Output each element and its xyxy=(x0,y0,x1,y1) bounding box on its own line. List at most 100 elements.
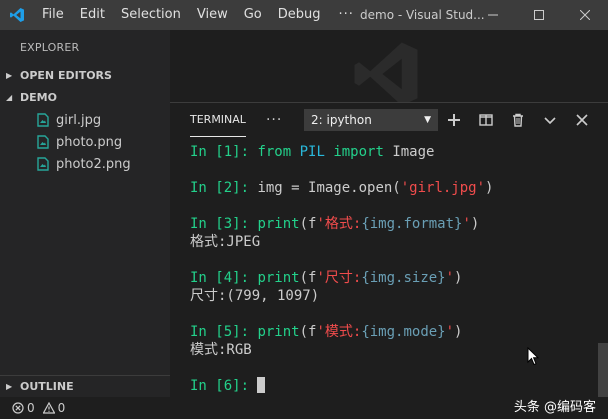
code-text: (f xyxy=(299,270,317,286)
file-label: girl.jpg xyxy=(56,112,102,128)
function-name: print xyxy=(257,324,300,340)
code-text: ) xyxy=(470,216,480,232)
tab-terminal[interactable]: TERMINAL xyxy=(190,103,246,137)
menu-debug[interactable]: Debug xyxy=(270,0,329,30)
string-literal: 'girl.jpg' xyxy=(400,180,486,196)
code-text: ) xyxy=(485,180,494,196)
function-name: print xyxy=(257,270,300,286)
title-bar: File Edit Selection View Go Debug ··· de… xyxy=(0,0,608,30)
chevron-right-icon: ▶ xyxy=(6,71,13,80)
format-expression: {img.mode} xyxy=(361,324,446,340)
string-literal: '模式: xyxy=(316,324,362,340)
terminal-output-line: 模式:RGB xyxy=(190,342,252,358)
terminal-line: In [4]: print(f'尺寸:{img.size}') xyxy=(190,269,493,287)
menu-edit[interactable]: Edit xyxy=(72,0,113,30)
terminal-output-line: 尺寸:(799, 1097) xyxy=(190,288,320,304)
panel-header: TERMINAL ··· 2: ipython ▼ xyxy=(170,103,608,137)
file-item-girl-jpg[interactable]: girl.jpg xyxy=(0,109,170,131)
trash-icon[interactable] xyxy=(502,103,534,137)
menu-go[interactable]: Go xyxy=(236,0,270,30)
terminal-output-line: 格式:JPEG xyxy=(190,234,261,250)
dropdown-caret-icon: ▼ xyxy=(424,115,431,125)
editor-area xyxy=(170,30,608,106)
string-literal: '格式: xyxy=(316,216,362,232)
terminal-line: In [1]: from PIL import Image xyxy=(190,143,493,161)
menu-bar: File Edit Selection View Go Debug ··· xyxy=(34,0,364,30)
explorer-header: EXPLORER xyxy=(20,41,80,54)
errors-indicator[interactable]: 0 xyxy=(12,401,35,415)
split-icon[interactable] xyxy=(470,103,502,137)
warnings-indicator[interactable]: 0 xyxy=(42,401,66,415)
errors-count: 0 xyxy=(27,401,35,415)
maximize-icon[interactable] xyxy=(516,0,562,30)
folder-label: DEMO xyxy=(20,91,57,104)
text-cursor xyxy=(257,377,266,393)
string-literal: ' xyxy=(462,216,471,232)
terminal-select-value: 2: ipython xyxy=(311,113,372,127)
function-name: print xyxy=(257,216,300,232)
warning-icon xyxy=(42,402,55,414)
code-text: ) xyxy=(454,324,463,340)
file-label: photo2.png xyxy=(56,156,131,172)
string-literal: '尺寸: xyxy=(316,270,362,286)
terminal-line: In [5]: print(f'模式:{img.mode}') xyxy=(190,323,493,341)
file-label: photo.png xyxy=(56,134,123,150)
module-name: PIL xyxy=(291,144,334,160)
code-text: (f xyxy=(299,324,317,340)
keyword: import xyxy=(333,144,384,160)
image-file-icon xyxy=(37,157,49,171)
image-file-icon xyxy=(37,135,49,149)
file-item-photo-png[interactable]: photo.png xyxy=(0,131,170,153)
terminal-output[interactable]: In [1]: from PIL import Image In [2]: im… xyxy=(190,143,493,395)
terminal-line: In [2]: img = Image.open('girl.jpg') xyxy=(190,179,493,197)
window-controls xyxy=(470,0,608,30)
plus-icon[interactable] xyxy=(438,103,470,137)
panel-actions xyxy=(438,103,598,137)
outline-section[interactable]: ▶ OUTLINE xyxy=(0,375,170,397)
minimize-icon[interactable] xyxy=(470,0,516,30)
error-icon xyxy=(12,402,24,414)
folder-section-demo[interactable]: ◢ DEMO xyxy=(0,87,170,109)
close-icon[interactable] xyxy=(562,0,608,30)
prompt: In [5]: xyxy=(190,324,258,340)
warnings-count: 0 xyxy=(57,401,66,415)
terminal-line: In [6]: xyxy=(190,377,493,395)
prompt: In [2]: xyxy=(190,180,258,196)
vscode-watermark-icon xyxy=(354,42,418,106)
code-text: Image xyxy=(383,144,435,160)
chevron-right-icon: ▶ xyxy=(6,381,13,391)
string-literal: ' xyxy=(445,270,455,286)
terminal-select[interactable]: 2: ipython ▼ xyxy=(304,109,438,131)
prompt: In [3]: xyxy=(190,216,258,232)
terminal-scrollbar[interactable] xyxy=(598,343,608,398)
prompt: In [1]: xyxy=(190,144,258,160)
menu-more[interactable]: ··· xyxy=(329,0,364,30)
close-icon[interactable] xyxy=(566,103,598,137)
code-text: img = Image.open( xyxy=(257,180,401,196)
open-editors-section[interactable]: ▶ OPEN EDITORS xyxy=(0,65,170,87)
format-expression: {img.size} xyxy=(361,270,446,286)
status-bar: 0 0 头条 @编码客 xyxy=(0,397,608,419)
file-item-photo2-png[interactable]: photo2.png xyxy=(0,153,170,175)
window-title: demo - Visual Stud... xyxy=(360,8,485,22)
vscode-logo-icon[interactable] xyxy=(0,0,34,30)
outline-label: OUTLINE xyxy=(20,379,74,393)
prompt: In [4]: xyxy=(190,270,258,286)
prompt: In [6]: xyxy=(190,378,258,394)
menu-selection[interactable]: Selection xyxy=(113,0,189,30)
menu-file[interactable]: File xyxy=(34,0,72,30)
open-editors-label: OPEN EDITORS xyxy=(20,69,112,82)
terminal-panel: TERMINAL ··· 2: ipython ▼ In [1]: from P… xyxy=(170,102,608,398)
watermark-brand: 头条 @编码客 xyxy=(513,400,596,415)
code-text: ) xyxy=(454,270,463,286)
string-literal: ' xyxy=(445,324,455,340)
code-text: (f xyxy=(299,216,317,232)
panel-more-icon[interactable]: ··· xyxy=(266,112,282,128)
format-expression: {img.format} xyxy=(361,216,463,232)
keyword: from xyxy=(257,144,292,160)
terminal-line: In [3]: print(f'格式:{img.format}') xyxy=(190,215,493,233)
menu-view[interactable]: View xyxy=(189,0,236,30)
mouse-pointer-icon xyxy=(527,347,539,366)
explorer-sidebar: EXPLORER ▶ OPEN EDITORS ◢ DEMO girl.jpg … xyxy=(0,30,170,397)
chevron-down-icon[interactable] xyxy=(534,103,566,137)
